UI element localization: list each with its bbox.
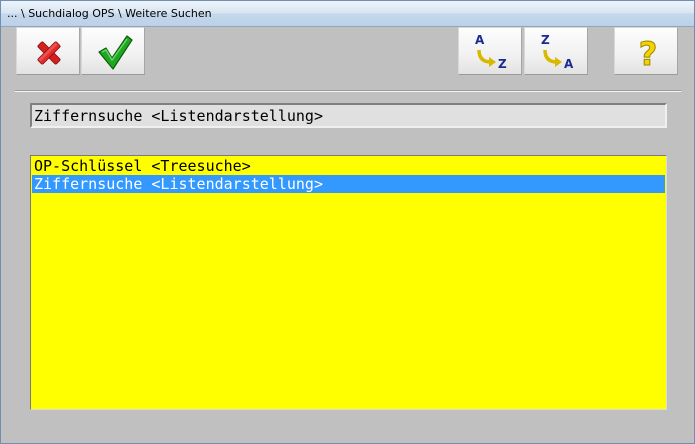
toolbar-separator [15,90,681,92]
sort-from-letter: Z [541,33,550,47]
ok-button[interactable] [81,27,145,75]
cancel-button[interactable] [16,27,80,75]
red-x-icon [37,41,61,65]
sort-z-a-icon: Z A [541,33,574,71]
sort-to-letter: Z [498,57,507,71]
sort-from-letter: A [475,33,485,47]
dialog-window: ... \ Suchdialog OPS \ Weitere Suchen A … [0,0,695,444]
sort-to-letter: A [564,57,574,71]
sort-descending-button[interactable]: Z A [524,27,588,75]
list-item-ziffernsuche[interactable]: Ziffernsuche <Listendarstellung> [32,175,665,193]
window-title: ... \ Suchdialog OPS \ Weitere Suchen [7,7,212,20]
sort-a-z-icon: A Z [475,33,507,71]
green-check-icon [98,35,133,70]
help-glyph: ? [639,35,658,73]
help-button[interactable]: ? [614,27,678,75]
selected-search-field: Ziffernsuche <Listendarstellung> [30,103,667,128]
list-item-op-schluessel[interactable]: OP-Schlüssel <Treesuche> [32,157,665,175]
question-mark-icon: ? [638,35,658,74]
title-bar[interactable]: ... \ Suchdialog OPS \ Weitere Suchen [1,1,694,27]
sort-ascending-button[interactable]: A Z [458,27,522,75]
search-type-list[interactable]: OP-Schlüssel <Treesuche> Ziffernsuche <L… [30,155,667,410]
